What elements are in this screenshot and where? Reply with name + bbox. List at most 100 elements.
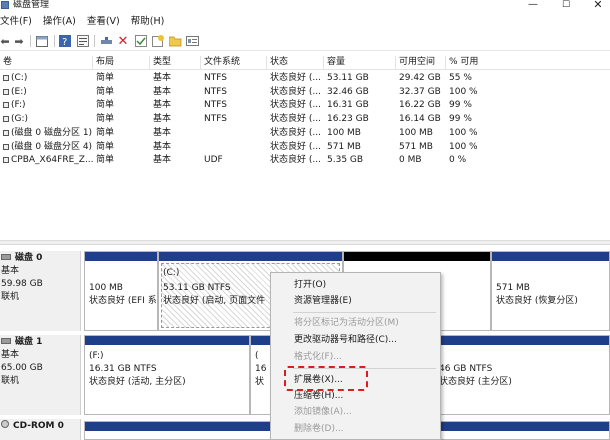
partition-g[interactable]: 46 GB NTFS 状态良好 (主分区) [432,335,610,415]
delete-icon[interactable]: ✕ [116,34,130,49]
partition-status: 状态良好 (活动, 主分区) [89,377,186,387]
properties-icon[interactable] [35,34,49,48]
cell-status: 状态良好 (... [267,86,324,99]
menu-item-change-drive-letter[interactable]: 更改驱动器号和路径(C)... [294,334,397,346]
cell-capacity-text: 100 MB [327,127,361,138]
column-header-capacity[interactable]: 容量 [324,56,396,70]
cell-filesystem-text: NTFS [204,100,227,111]
partition-size: 46 GB NTFS [439,364,493,374]
cell-free-space: 16.14 GB [396,113,446,126]
unallocated-bar [344,252,490,261]
table-row[interactable]: (C:) 简单 基本 NTFS 状态良好 (... 53.11 GB 29.42 GB 55 … [0,72,610,86]
partition-size: 16 [255,364,267,374]
folder-icon[interactable] [168,34,182,48]
help-icon[interactable]: ? [58,34,72,48]
partition-size: 53.11 GB NTFS [163,283,231,293]
cell-percent-free: 99 % [446,113,526,126]
table-row[interactable]: (磁盘 0 磁盘分区 1) 简单 基本 状态良好 (... 100 MB 100 MB 10… [0,127,610,141]
cell-type: 基本 [150,72,201,85]
menu-item-format[interactable]: 格式化(F)... [294,351,342,363]
volume-icon [3,129,9,136]
partition-bar [85,336,249,345]
cell-capacity-text: 5.35 GB [327,155,364,166]
partition-status: 状态良好 (EFI 系 [89,296,157,306]
cell-capacity: 16.23 GB [324,113,396,126]
minimize-button[interactable]: — [518,0,548,13]
menu-item-add-mirror[interactable]: 添加镜像(A)... [294,406,352,418]
menu-item-delete-volume[interactable]: 删除卷(D)... [294,423,344,435]
partition-bar [159,252,342,261]
table-row[interactable]: (G:) 简单 基本 NTFS 状态良好 (... 16.23 GB 16.14 GB 99 … [0,113,610,127]
back-icon[interactable]: ⬅ [0,34,12,48]
column-header-filesystem[interactable]: 文件系统 [201,56,267,70]
disk-0-label[interactable]: 磁盘 0 基本 59.98 GB 联机 [0,251,81,331]
table-row[interactable]: (F:) 简单 基本 NTFS 状态良好 (... 16.31 GB 16.22 GB 99 … [0,99,610,113]
cell-percent-free: 100 % [446,86,526,99]
menu-help[interactable]: 帮助(H) [131,13,170,31]
check-icon[interactable] [134,34,148,48]
cell-type: 基本 [150,113,201,126]
menu-item-open[interactable]: 打开(O) [294,279,326,291]
maximize-button[interactable]: ☐ [551,0,581,13]
column-header-volume[interactable]: 卷 [0,56,93,70]
column-header-layout[interactable]: 布局 [93,56,150,70]
cell-percent-free: 99 % [446,99,526,112]
cell-filesystem [201,127,267,140]
partition-size: 100 MB [89,283,123,293]
forward-icon[interactable]: ➡ [12,34,26,48]
volume-icon [3,116,9,123]
cell-volume-text: (F:) [11,100,26,111]
menu-view[interactable]: 查看(V) [87,13,125,31]
cell-layout: 简单 [93,72,150,85]
svg-text:?: ? [62,37,67,47]
menu-file[interactable]: 文件(F) [0,13,37,31]
menu-item-shrink-volume[interactable]: 压缩卷(H)... [294,390,343,402]
cell-type-text: 基本 [153,100,172,111]
new-volume-icon[interactable] [151,34,165,48]
partition-f[interactable]: (F:) 16.31 GB NTFS 状态良好 (活动, 主分区) [84,335,250,415]
cell-free-space-text: 571 MB [399,141,433,152]
cell-capacity-text: 53.11 GB [327,73,369,83]
volume-list-header: 卷 布局 类型 文件系统 状态 容量 可用空间 % 可用 [0,56,610,70]
window-title: 磁盘管理 [13,0,50,10]
table-row[interactable]: (磁盘 0 磁盘分区 4) 简单 基本 状态良好 (... 571 MB 571 MB 10… [0,141,610,155]
menu-item-mark-active[interactable]: 将分区标记为活动分区(M) [294,317,399,329]
disk-size: 65.00 GB [1,363,43,373]
cell-percent-free: 100 % [446,127,526,140]
cell-filesystem: NTFS [201,86,267,99]
cell-filesystem-text: UDF [204,155,223,166]
cdrom-0-label[interactable]: CD-ROM 0 [0,419,81,440]
partition-recovery[interactable]: 571 MB 状态良好 (恢复分区) [491,251,610,331]
partition-efi[interactable]: 100 MB 状态良好 (EFI 系 [84,251,158,331]
menu-action[interactable]: 操作(A) [43,13,81,31]
table-row[interactable]: CPBA_X64FRE_Z... 简单 基本 UDF 状态良好 (... 5.35 GB 0… [0,154,610,168]
volume-icon [3,88,9,95]
cell-free-space-text: 29.42 GB [399,73,441,83]
column-header-status[interactable]: 状态 [267,56,324,70]
cell-volume-text: (C:) [11,73,28,83]
cell-type: 基本 [150,86,201,99]
volume-list: 卷 布局 类型 文件系统 状态 容量 可用空间 % 可用 (C:) 简单 基本 NTF… [0,52,610,240]
connect-icon[interactable] [99,34,113,48]
cell-volume: (C:) [0,72,93,85]
cell-percent-free-text: 99 % [449,100,472,111]
cell-type-text: 基本 [153,127,172,138]
disk-1-label[interactable]: 磁盘 1 基本 65.00 GB 联机 [0,335,81,415]
context-menu: 打开(O) 资源管理器(E) 将分区标记为活动分区(M) 更改驱动器号和路径(C… [270,272,441,440]
cell-layout-text: 简单 [96,141,115,152]
menu-item-explorer[interactable]: 资源管理器(E) [294,295,352,307]
help-topics-icon[interactable] [76,34,90,48]
cell-status-text: 状态良好 (... [270,155,321,166]
close-button[interactable]: ✕ [583,0,610,13]
column-header-type[interactable]: 类型 [150,56,201,70]
disk-management-app-icon [1,1,9,9]
table-row[interactable]: (E:) 简单 基本 NTFS 状态良好 (... 32.46 GB 32.37 GB 100… [0,86,610,100]
partition-size: 16.31 GB NTFS [89,364,157,374]
settings-icon[interactable] [185,34,199,48]
volume-icon [3,157,9,164]
column-header-free-space[interactable]: 可用空间 [396,56,446,70]
cell-capacity: 53.11 GB [324,72,396,85]
cell-capacity: 32.46 GB [324,86,396,99]
cell-type-text: 基本 [153,86,172,97]
column-header-percent-free[interactable]: % 可用 [446,56,610,70]
